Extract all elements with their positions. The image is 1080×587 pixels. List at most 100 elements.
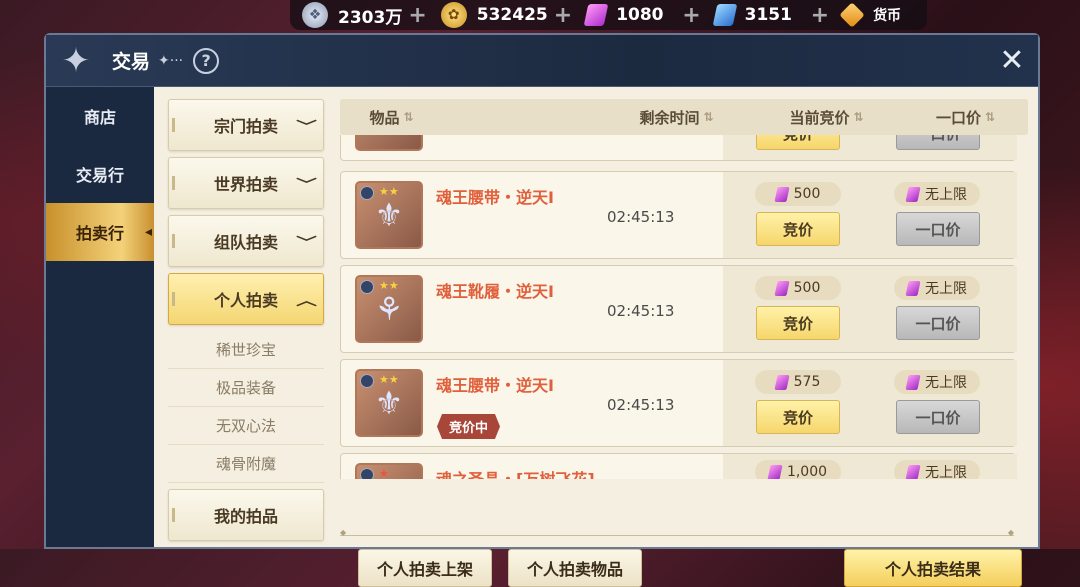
add-gold-button[interactable]: +	[554, 3, 572, 28]
currency-value: 1080	[616, 5, 664, 25]
bidding-status-badge: 竞价中	[437, 414, 501, 439]
buyout-button[interactable]: 一口价	[896, 306, 980, 340]
purple-crystal-icon	[905, 464, 921, 479]
header-current-bid[interactable]: 当前竞价 ⇅	[750, 107, 900, 128]
table-row[interactable]: ★✺ 魂之圣晶・[万树飞花] 1,000 无上限	[340, 453, 1017, 479]
purple-crystal-icon	[774, 280, 790, 296]
chevron-down-icon: ﹀	[296, 235, 317, 251]
add-silver-button[interactable]: +	[408, 3, 426, 28]
item-time: 02:45:13	[607, 302, 675, 320]
bid-price: 500	[755, 276, 841, 300]
item-name: 魂王腰带・逆天I	[436, 188, 554, 207]
left-nav: 商店 交易行 拍卖行	[46, 87, 154, 547]
header-time[interactable]: 剩余时间 ⇅	[600, 107, 750, 128]
auction-results-button[interactable]: 个人拍卖结果	[844, 549, 1022, 587]
my-items-label: 我的拍品	[213, 507, 278, 526]
sort-icon: ⇅	[853, 110, 863, 124]
list-item-button[interactable]: 个人拍卖上架	[358, 549, 492, 587]
header-label: 剩余时间	[639, 108, 700, 127]
chevron-down-icon: ﹀	[296, 119, 317, 135]
currency-blue[interactable]: 3151 +	[712, 0, 829, 30]
add-blue-button[interactable]: +	[811, 3, 829, 28]
subcategory-bone-enchant[interactable]: 魂骨附魔	[168, 445, 324, 483]
boots-item-icon: ★★ ⚘	[355, 275, 423, 343]
category-personal-auction[interactable]: 个人拍卖 ︿	[168, 273, 324, 325]
table-body: ⚔ 竞价 一口价 ★★⚜ 魂王腰带・逆天I 02:45:13 500 无上限 竞…	[340, 135, 1028, 479]
item-name: 魂之圣晶・[万树飞花]	[436, 466, 595, 479]
buyout-price: 无上限	[894, 370, 980, 394]
close-icon[interactable]: ✕	[998, 46, 1026, 76]
buyout-price: 无上限	[894, 182, 980, 206]
table-row[interactable]: ★★ ⚘ 魂王靴履・逆天I 02:45:13 500 无上限 竞价 一口价	[340, 265, 1017, 353]
nav-item-trading-house[interactable]: 交易行	[46, 145, 154, 203]
category-label: 个人拍卖	[213, 291, 278, 310]
buyout-price: 无上限	[894, 460, 980, 479]
sort-icon: ⇅	[403, 110, 413, 124]
buyout-button[interactable]: 一口价	[896, 212, 980, 246]
help-icon[interactable]: ?	[193, 47, 220, 74]
nav-item-shop[interactable]: 商店	[46, 87, 154, 145]
personal-items-button[interactable]: 个人拍卖物品	[508, 549, 642, 587]
buyout-price: 无上限	[894, 276, 980, 300]
bid-price: 500	[755, 182, 841, 206]
header-buyout[interactable]: 一口价 ⇅	[900, 107, 1028, 128]
category-sect-auction[interactable]: 宗门拍卖 ﹀	[168, 99, 324, 151]
category-team-auction[interactable]: 组队拍卖 ﹀	[168, 215, 324, 267]
table-header: 物品 ⇅ 剩余时间 ⇅ 当前竞价 ⇅ 一口价 ⇅	[340, 99, 1028, 135]
chevron-down-icon: ﹀	[296, 177, 317, 193]
subcategory-top-equipment[interactable]: 极品装备	[168, 369, 324, 407]
currency-menu[interactable]: 货币	[839, 0, 902, 30]
currency-purple[interactable]: 1080 +	[583, 0, 701, 30]
purple-crystal-icon	[767, 464, 783, 479]
compass-icon: ✦	[61, 40, 91, 81]
table-row[interactable]: ★★ ⚜ 魂王腰带・逆天I 02:45:13 500 无上限 竞价 一口价	[340, 171, 1017, 259]
purple-crystal-icon	[905, 280, 921, 296]
header-item[interactable]: 物品 ⇅	[340, 107, 440, 128]
currency-silver[interactable]: ❖ 2303万 +	[302, 0, 427, 30]
currency-label: 货币	[873, 8, 902, 24]
subcategory-peerless-skill[interactable]: 无双心法	[168, 407, 324, 445]
item-icon: ⚔	[355, 135, 423, 151]
header-label: 当前竞价	[789, 108, 850, 127]
item-time: 02:45:13	[607, 208, 675, 226]
purple-crystal-icon	[905, 374, 921, 390]
currency-value: 532425	[476, 5, 548, 25]
purple-crystal-icon	[774, 374, 790, 390]
sort-icon: ⇅	[703, 110, 713, 124]
purple-crystal-icon	[774, 186, 790, 202]
content-panel: 宗门拍卖 ﹀ 世界拍卖 ﹀ 组队拍卖 ﹀ 个人拍卖 ︿ 稀世珍宝 极品装备 无双心法 魂…	[154, 87, 1038, 587]
buyout-button[interactable]: 一口价	[896, 400, 980, 434]
belt-item-icon: ★★ ⚜	[355, 369, 423, 437]
category-column: 宗门拍卖 ﹀ 世界拍卖 ﹀ 组队拍卖 ﹀ 个人拍卖 ︿ 稀世珍宝 极品装备 无双心法 魂…	[168, 99, 324, 547]
buyout-button[interactable]: 一口价	[896, 135, 980, 150]
currency-value: 3151	[744, 5, 792, 25]
item-time: 02:45:13	[607, 396, 675, 414]
bid-button[interactable]: 竞价	[756, 306, 840, 340]
bid-button[interactable]: 竞价	[756, 212, 840, 246]
item-name: 魂王腰带・逆天I	[436, 376, 554, 395]
nav-item-auction-house[interactable]: 拍卖行	[46, 203, 154, 261]
subcategory-rare-treasure[interactable]: 稀世珍宝	[168, 331, 324, 369]
my-items-button[interactable]: 我的拍品	[168, 489, 324, 541]
silver-coin-icon: ❖	[302, 2, 328, 28]
purple-crystal-icon	[583, 4, 609, 26]
table-row[interactable]: ★★ ⚜ 魂王腰带・逆天I 02:45:13 竞价中 575 无上限 竞价 一口价	[340, 359, 1017, 447]
table-row[interactable]: ⚔ 竞价 一口价	[340, 135, 1017, 161]
category-label: 宗门拍卖	[213, 117, 278, 136]
category-label: 世界拍卖	[213, 175, 278, 194]
bid-button[interactable]: 竞价	[756, 135, 840, 150]
bid-button[interactable]: 竞价	[756, 400, 840, 434]
bid-price: 1,000	[755, 460, 841, 479]
add-purple-button[interactable]: +	[682, 3, 700, 28]
divider	[340, 528, 1014, 537]
currency-gold[interactable]: ✿ 532425 +	[440, 0, 572, 30]
category-label: 组队拍卖	[213, 233, 278, 252]
currency-bar: ❖ 2303万 + ✿ 532425 + 1080 + 3151 + 货币	[290, 0, 928, 30]
currency-icon	[839, 2, 865, 28]
window-title: 交易	[112, 51, 151, 73]
title-deco: ✦···	[158, 52, 184, 69]
sort-icon: ⇅	[984, 110, 995, 124]
category-world-auction[interactable]: 世界拍卖 ﹀	[168, 157, 324, 209]
purple-crystal-icon	[905, 186, 921, 202]
chevron-up-icon: ︿	[296, 293, 317, 309]
